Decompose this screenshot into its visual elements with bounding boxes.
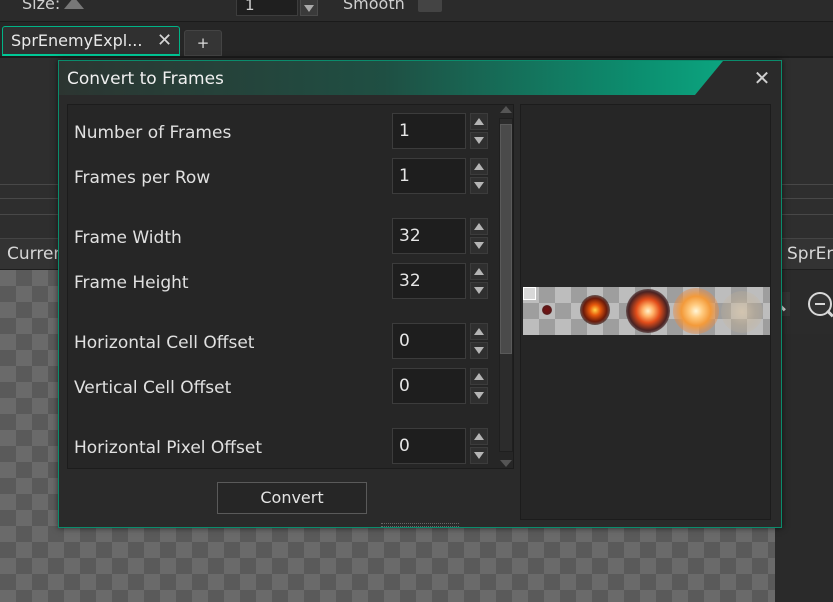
triangle-down-icon[interactable] (470, 342, 488, 359)
explosion-frame-2 (580, 295, 610, 325)
tab-spr-enemy-explosion[interactable]: SprEnemyExpl... ✕ (2, 26, 180, 56)
triangle-down-icon[interactable] (470, 237, 488, 254)
right-panel (775, 334, 833, 602)
convert-to-frames-dialog: Convert to Frames ✕ Number of Frames 1 F… (58, 60, 782, 528)
selection-handle[interactable] (523, 287, 536, 300)
triangle-down-icon[interactable] (470, 387, 488, 404)
explosion-frame-5 (721, 291, 763, 333)
scroll-up-icon[interactable] (500, 106, 512, 113)
scrollbar-thumb[interactable] (500, 124, 512, 354)
triangle-down-icon[interactable] (470, 177, 488, 194)
size-spin-down-icon[interactable] (300, 0, 318, 16)
frame-preview-panel (520, 104, 771, 520)
triangle-up-icon[interactable] (470, 323, 488, 340)
current-label: Curren (7, 244, 65, 264)
horizontal-cell-offset-input[interactable]: 0 (392, 323, 466, 359)
number-of-frames-input[interactable]: 1 (392, 113, 466, 149)
field-number-of-frames: Number of Frames 1 (68, 113, 498, 153)
top-toolbar: Size: 1 Smooth (0, 0, 833, 22)
triangle-up-icon[interactable] (470, 218, 488, 235)
settings-scrollbar[interactable] (497, 104, 515, 469)
sprite-name-label: SprEn (787, 244, 833, 264)
resize-grip[interactable] (381, 523, 459, 527)
settings-panel: Number of Frames 1 Frames per Row 1 Fram… (67, 104, 514, 469)
zoom-out-icon[interactable] (808, 292, 832, 316)
field-horizontal-pixel-offset: Horizontal Pixel Offset 0 (68, 428, 498, 468)
field-horizontal-cell-offset: Horizontal Cell Offset 0 (68, 323, 498, 363)
close-icon[interactable]: ✕ (157, 30, 172, 51)
convert-button[interactable]: Convert (217, 482, 367, 514)
smooth-checkbox[interactable] (418, 0, 442, 12)
triangle-up-icon[interactable] (470, 428, 488, 445)
frame-height-input[interactable]: 32 (392, 263, 466, 299)
dialog-title-bar[interactable]: Convert to Frames (59, 61, 781, 95)
close-icon[interactable]: ✕ (751, 67, 773, 89)
triangle-down-icon[interactable] (470, 132, 488, 149)
field-label: Number of Frames (74, 123, 232, 143)
size-input[interactable]: 1 (236, 0, 298, 16)
ide-window: Size: 1 Smooth SprEnemyExpl... ✕ + Curre… (0, 0, 833, 602)
field-label: Frame Height (74, 273, 189, 293)
field-label: Horizontal Pixel Offset (74, 438, 263, 458)
vertical-cell-offset-input[interactable]: 0 (392, 368, 466, 404)
triangle-up-icon[interactable] (470, 263, 488, 280)
scroll-down-icon[interactable] (500, 460, 512, 467)
smooth-label: Smooth (343, 0, 405, 13)
field-frames-per-row: Frames per Row 1 (68, 158, 498, 198)
size-slider-handle[interactable] (64, 0, 84, 9)
field-vertical-cell-offset: Vertical Cell Offset 0 (68, 368, 498, 408)
tab-label: SprEnemyExpl... (11, 31, 143, 50)
explosion-frame-1 (542, 305, 552, 315)
explosion-frame-3 (626, 289, 670, 333)
field-label: Frame Width (74, 228, 182, 248)
field-label: Frames per Row (74, 168, 211, 188)
size-label: Size: (22, 0, 61, 13)
field-label: Horizontal Cell Offset (74, 333, 255, 353)
horizontal-pixel-offset-input[interactable]: 0 (392, 428, 466, 464)
tab-bar: SprEnemyExpl... ✕ + (0, 22, 833, 58)
field-frame-height: Frame Height 32 (68, 263, 498, 303)
triangle-up-icon[interactable] (470, 158, 488, 175)
frame-width-input[interactable]: 32 (392, 218, 466, 254)
frames-per-row-input[interactable]: 1 (392, 158, 466, 194)
triangle-up-icon[interactable] (470, 368, 488, 385)
field-frame-width: Frame Width 32 (68, 218, 498, 258)
add-tab-button[interactable]: + (184, 30, 222, 56)
dialog-title: Convert to Frames (67, 69, 224, 89)
triangle-down-icon[interactable] (470, 447, 488, 464)
triangle-up-icon[interactable] (470, 113, 488, 130)
triangle-down-icon[interactable] (470, 282, 488, 299)
explosion-frame-4 (673, 288, 719, 334)
field-label: Vertical Cell Offset (74, 378, 232, 398)
